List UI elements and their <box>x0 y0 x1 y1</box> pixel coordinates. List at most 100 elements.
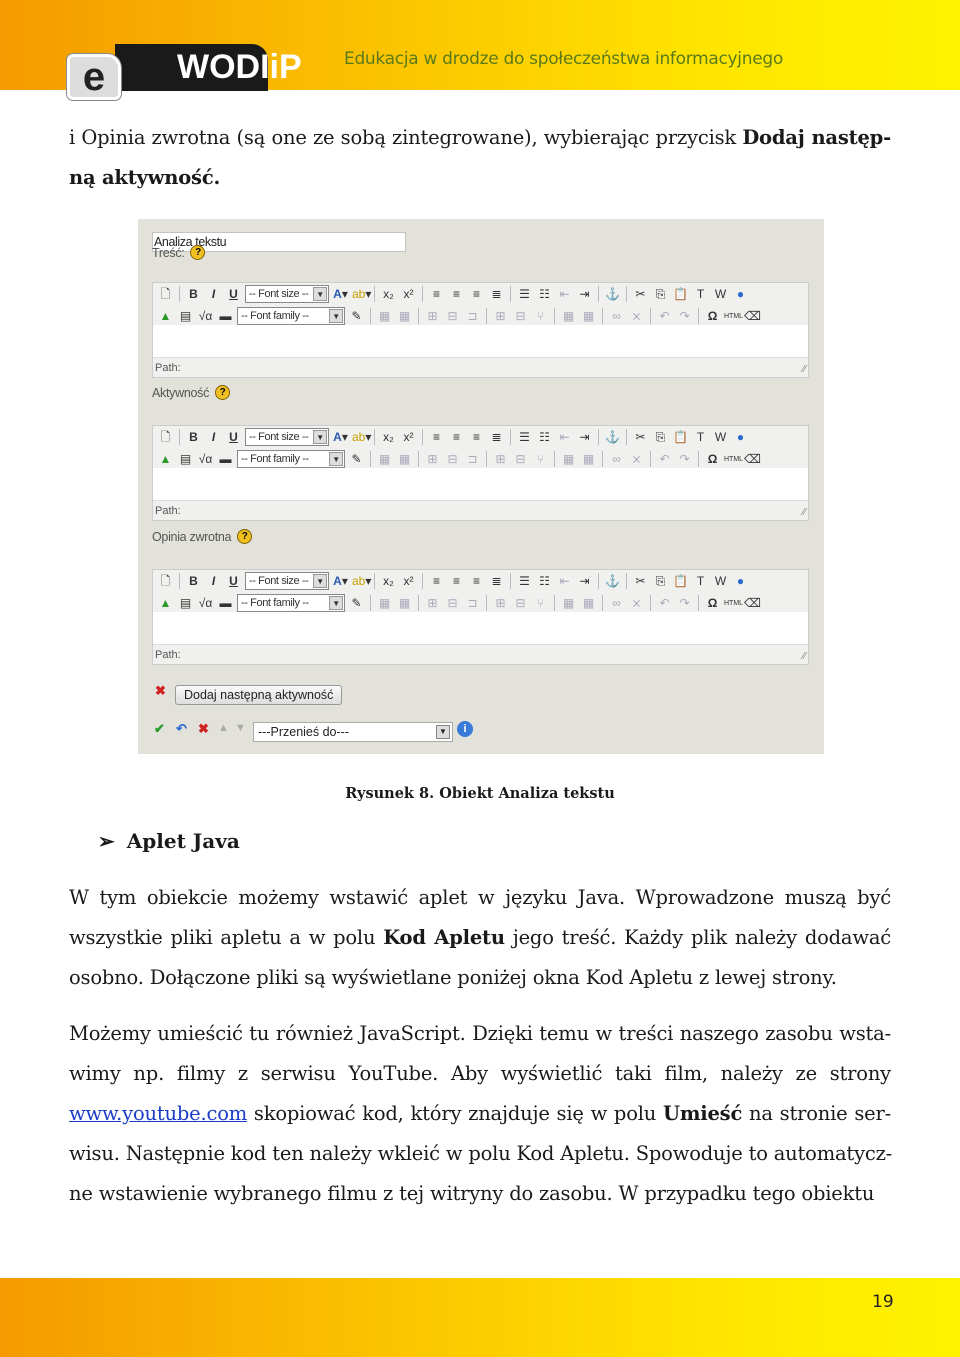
align-left-icon[interactable]: ≡ <box>428 286 445 303</box>
bold-icon[interactable]: B <box>185 429 202 446</box>
align-left-icon[interactable]: ≡ <box>428 573 445 590</box>
html-icon[interactable]: HTML <box>724 308 743 325</box>
paste-icon[interactable]: 📋 <box>672 573 689 590</box>
table-icon[interactable]: ▦ <box>560 308 577 325</box>
split-icon[interactable]: ⑂ <box>532 308 549 325</box>
table-props-icon[interactable]: ▦ <box>580 308 597 325</box>
cut-icon[interactable]: ✂ <box>632 429 649 446</box>
cut-icon[interactable]: ✂ <box>632 286 649 303</box>
highlight-icon[interactable]: ab▾ <box>352 429 371 446</box>
insert-col-icon[interactable]: ⊞ <box>492 451 509 468</box>
formula-icon[interactable]: √α <box>197 595 214 612</box>
edit-icon[interactable]: ✎ <box>348 308 365 325</box>
move-down-icon[interactable]: ▼ <box>235 722 246 734</box>
help-icon[interactable]: ● <box>732 429 749 446</box>
outdent-icon[interactable]: ⇤ <box>556 573 573 590</box>
split-icon[interactable]: ⑂ <box>532 451 549 468</box>
delete-row-icon[interactable]: ⊟ <box>444 595 461 612</box>
move-up-icon[interactable]: ▲ <box>218 722 229 734</box>
table-icon[interactable]: ▦ <box>560 595 577 612</box>
new-document-icon[interactable]: 🗋 <box>157 429 174 446</box>
insert-col-icon[interactable]: ⊞ <box>492 308 509 325</box>
undo-icon[interactable]: ↶ <box>176 721 187 737</box>
subscript-icon[interactable]: x₂ <box>380 573 397 590</box>
font-family-select[interactable]: -- Font family -- ▼ <box>237 307 345 325</box>
link-icon[interactable]: ∞ <box>608 451 625 468</box>
redo-icon[interactable]: ↷ <box>676 595 693 612</box>
special-char-icon[interactable]: Ω <box>704 451 721 468</box>
indent-icon[interactable]: ⇥ <box>576 286 593 303</box>
indent-icon[interactable]: ⇥ <box>576 429 593 446</box>
formula-icon[interactable]: √α <box>197 451 214 468</box>
special-char-icon[interactable]: Ω <box>704 308 721 325</box>
edit-icon[interactable]: ✎ <box>348 451 365 468</box>
numbered-list-icon[interactable]: ☷ <box>536 286 553 303</box>
delete-icon[interactable]: ✖ <box>155 683 166 699</box>
media-icon[interactable]: ▤ <box>177 595 194 612</box>
new-document-icon[interactable]: 🗋 <box>157 286 174 303</box>
paste-text-icon[interactable]: T <box>692 429 709 446</box>
table-row-icon[interactable]: ▦ <box>376 595 393 612</box>
unlink-icon[interactable]: ⨯ <box>628 308 645 325</box>
paste-word-icon[interactable]: W <box>712 286 729 303</box>
eraser-icon[interactable]: ⌫ <box>744 308 761 325</box>
check-icon[interactable]: ✔ <box>154 721 165 737</box>
align-right-icon[interactable]: ≡ <box>468 429 485 446</box>
eraser-icon[interactable]: ⌫ <box>744 595 761 612</box>
justify-icon[interactable]: ≣ <box>488 573 505 590</box>
media-icon[interactable]: ▤ <box>177 451 194 468</box>
outdent-icon[interactable]: ⇤ <box>556 286 573 303</box>
editor-content-area[interactable] <box>153 612 808 644</box>
delete-icon[interactable]: ✖ <box>198 721 209 737</box>
align-right-icon[interactable]: ≡ <box>468 286 485 303</box>
italic-icon[interactable]: I <box>205 573 222 590</box>
help-icon[interactable]: ? <box>237 529 253 544</box>
numbered-list-icon[interactable]: ☷ <box>536 573 553 590</box>
new-document-icon[interactable]: 🗋 <box>157 573 174 590</box>
align-right-icon[interactable]: ≡ <box>468 573 485 590</box>
help-icon[interactable]: ● <box>732 286 749 303</box>
cut-icon[interactable]: ✂ <box>632 573 649 590</box>
image-icon[interactable]: ▲ <box>157 595 174 612</box>
line-icon[interactable]: ▬ <box>217 308 234 325</box>
table-col-icon[interactable]: ▦ <box>396 451 413 468</box>
font-color-icon[interactable]: A▾ <box>332 429 349 446</box>
undo-icon[interactable]: ↶ <box>656 308 673 325</box>
font-family-select[interactable]: -- Font family -- ▼ <box>237 594 345 612</box>
numbered-list-icon[interactable]: ☷ <box>536 429 553 446</box>
delete-col-icon[interactable]: ⊟ <box>512 308 529 325</box>
font-size-select[interactable]: -- Font size -- ▼ <box>245 572 329 590</box>
underline-icon[interactable]: U <box>225 429 242 446</box>
resize-grip-icon[interactable]: ⁄⁄ <box>803 507 806 518</box>
font-size-select[interactable]: -- Font size -- ▼ <box>245 428 329 446</box>
merge-icon[interactable]: ⊐ <box>464 595 481 612</box>
table-col-icon[interactable]: ▦ <box>396 595 413 612</box>
info-icon[interactable]: i <box>457 721 473 737</box>
paste-text-icon[interactable]: T <box>692 573 709 590</box>
align-center-icon[interactable]: ≡ <box>448 429 465 446</box>
line-icon[interactable]: ▬ <box>217 595 234 612</box>
table-row-icon[interactable]: ▦ <box>376 308 393 325</box>
anchor-icon[interactable]: ⚓ <box>604 286 621 303</box>
copy-icon[interactable]: ⎘ <box>652 573 669 590</box>
font-color-icon[interactable]: A▾ <box>332 286 349 303</box>
youtube-link[interactable]: www.youtube.com <box>69 1102 247 1125</box>
insert-row-icon[interactable]: ⊞ <box>424 308 441 325</box>
insert-row-icon[interactable]: ⊞ <box>424 451 441 468</box>
html-icon[interactable]: HTML <box>724 451 743 468</box>
redo-icon[interactable]: ↷ <box>676 308 693 325</box>
help-icon[interactable]: ? <box>190 245 206 260</box>
editor-content-area[interactable] <box>153 325 808 357</box>
bullet-list-icon[interactable]: ☰ <box>516 429 533 446</box>
align-left-icon[interactable]: ≡ <box>428 429 445 446</box>
table-props-icon[interactable]: ▦ <box>580 595 597 612</box>
line-icon[interactable]: ▬ <box>217 451 234 468</box>
anchor-icon[interactable]: ⚓ <box>604 573 621 590</box>
undo-icon[interactable]: ↶ <box>656 451 673 468</box>
table-row-icon[interactable]: ▦ <box>376 451 393 468</box>
copy-icon[interactable]: ⎘ <box>652 429 669 446</box>
superscript-icon[interactable]: x² <box>400 573 417 590</box>
image-icon[interactable]: ▲ <box>157 308 174 325</box>
eraser-icon[interactable]: ⌫ <box>744 451 761 468</box>
justify-icon[interactable]: ≣ <box>488 286 505 303</box>
